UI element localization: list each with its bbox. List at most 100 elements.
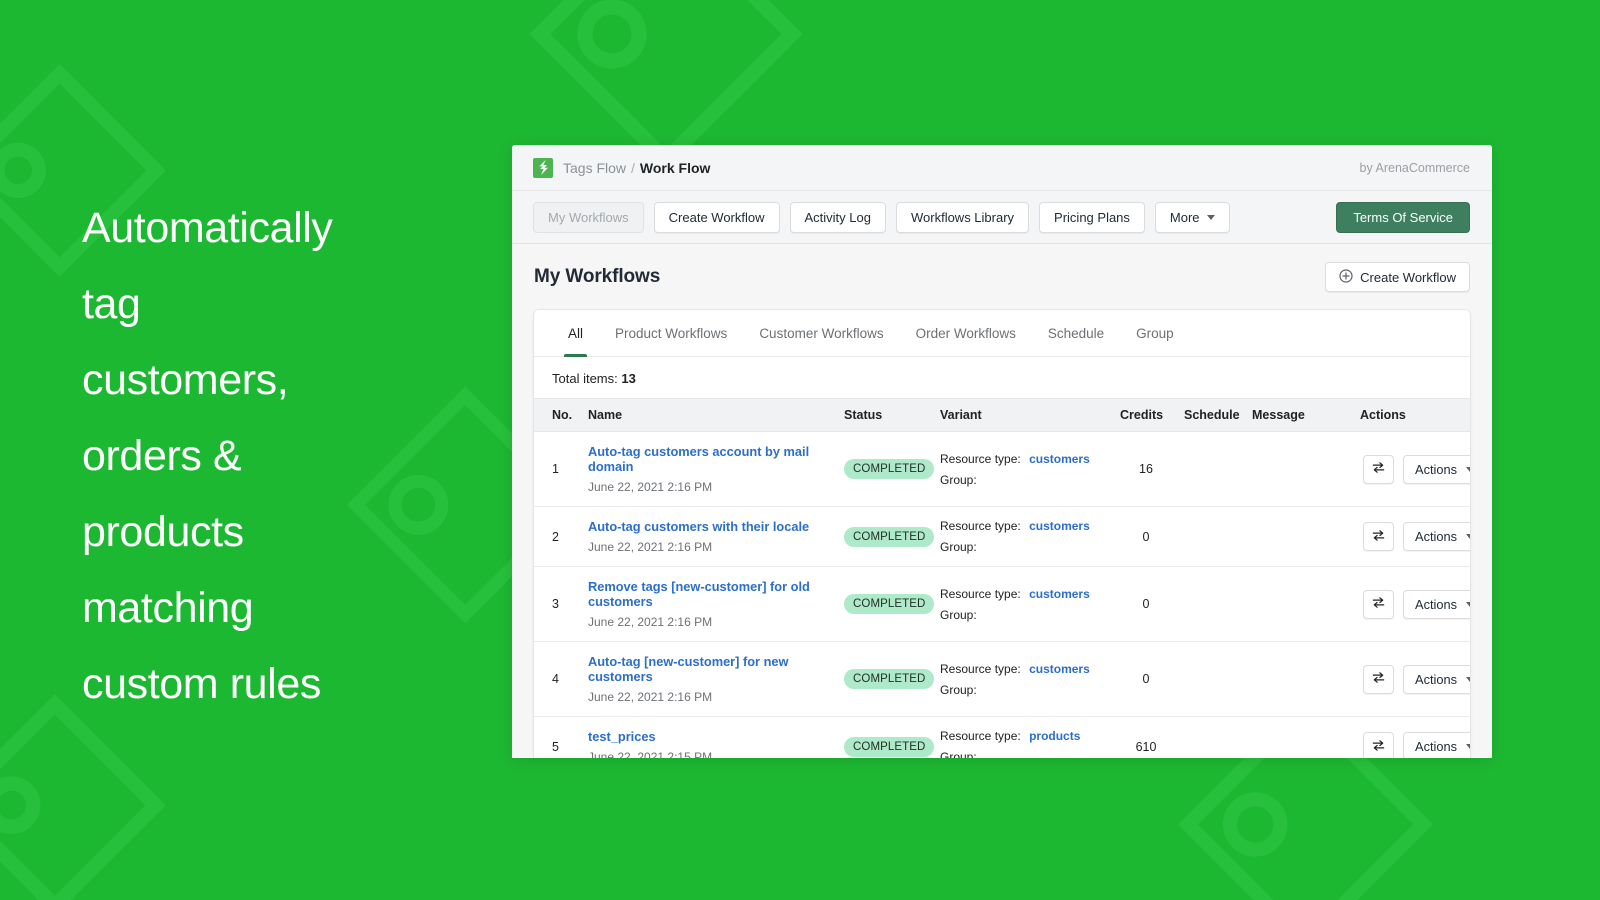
terms-of-service-button[interactable]: Terms Of Service: [1336, 202, 1470, 233]
promo-line: customers,: [82, 342, 482, 418]
table-row: 4 Auto-tag [new-customer] for new custom…: [534, 642, 1470, 717]
status-badge: COMPLETED: [844, 737, 934, 757]
group-line: Group:: [940, 473, 1108, 487]
tab-all[interactable]: All: [552, 310, 599, 357]
promo-line: Automatically: [82, 190, 482, 266]
table-body: 1 Auto-tag customers account by mail dom…: [534, 432, 1470, 759]
promo-headline: Automatically tag customers, orders & pr…: [82, 190, 482, 722]
nav-workflows-library-button[interactable]: Workflows Library: [896, 202, 1029, 233]
row-actions-dropdown[interactable]: Actions: [1403, 732, 1470, 758]
table-row: 5 test_prices June 22, 2021 2:15 PM COMP…: [534, 717, 1470, 759]
tab-customer-workflows[interactable]: Customer Workflows: [743, 310, 899, 357]
row-message: [1246, 507, 1354, 567]
resource-type-label: Resource type:: [940, 519, 1021, 533]
create-workflow-label: Create Workflow: [1360, 270, 1456, 285]
row-actions-cell: Actions: [1354, 642, 1470, 717]
row-actions-dropdown[interactable]: Actions: [1403, 665, 1470, 694]
resource-type-value[interactable]: products: [1029, 729, 1080, 743]
breadcrumb-root[interactable]: Tags Flow: [563, 160, 626, 176]
group-label: Group:: [940, 750, 977, 758]
chevron-down-icon: [1466, 677, 1470, 682]
page-title: My Workflows: [534, 266, 660, 288]
swap-arrows-icon-button[interactable]: [1363, 522, 1394, 551]
group-line: Group:: [940, 540, 1108, 554]
workflow-name-link[interactable]: test_prices: [588, 729, 832, 744]
column-header-credits: Credits: [1114, 399, 1178, 432]
chevron-down-icon: [1207, 215, 1215, 220]
resource-type-line: Resource type: customers: [940, 587, 1108, 601]
workflow-name-link[interactable]: Auto-tag customers with their locale: [588, 519, 832, 534]
group-line: Group:: [940, 750, 1108, 758]
table-header-row: No. Name Status Variant Credits Schedule…: [534, 399, 1470, 432]
resource-type-value[interactable]: customers: [1029, 519, 1090, 533]
resource-type-value[interactable]: customers: [1029, 662, 1090, 676]
tab-group[interactable]: Group: [1120, 310, 1190, 357]
row-schedule: [1178, 507, 1246, 567]
workflow-name-link[interactable]: Auto-tag [new-customer] for new customer…: [588, 654, 832, 684]
workflow-name-link[interactable]: Remove tags [new-customer] for old custo…: [588, 579, 832, 609]
row-actions-label: Actions: [1415, 462, 1457, 477]
chevron-down-icon: [1466, 602, 1470, 607]
nav-my-workflows-button[interactable]: My Workflows: [533, 202, 644, 233]
swap-arrows-icon-button[interactable]: [1363, 665, 1394, 694]
tab-label: Order Workflows: [916, 326, 1016, 341]
row-number: 5: [534, 717, 582, 759]
row-actions-label: Actions: [1415, 529, 1457, 544]
promo-banner: Automatically tag customers, orders & pr…: [0, 0, 1600, 900]
row-schedule: [1178, 432, 1246, 507]
swap-arrows-icon: [1371, 670, 1386, 688]
group-label: Group:: [940, 683, 977, 697]
swap-arrows-icon: [1371, 528, 1386, 546]
promo-line: custom rules: [82, 646, 482, 722]
group-label: Group:: [940, 540, 977, 554]
tab-product-workflows[interactable]: Product Workflows: [599, 310, 743, 357]
tab-label: Customer Workflows: [759, 326, 883, 341]
nav-pricing-plans-button[interactable]: Pricing Plans: [1039, 202, 1145, 233]
row-actions-dropdown[interactable]: Actions: [1403, 590, 1470, 619]
row-status-cell: COMPLETED: [838, 567, 934, 642]
workflow-date: June 22, 2021 2:16 PM: [588, 480, 712, 494]
resource-type-line: Resource type: products: [940, 729, 1108, 743]
total-items: Total items: 13: [534, 357, 1470, 398]
app-window: Tags Flow / Work Flow by ArenaCommerce M…: [512, 145, 1492, 758]
swap-arrows-icon-button[interactable]: [1363, 455, 1394, 484]
promo-line: tag: [82, 266, 482, 342]
row-credits: 0: [1114, 567, 1178, 642]
resource-type-line: Resource type: customers: [940, 662, 1108, 676]
nav-more-button[interactable]: More: [1155, 202, 1230, 233]
resource-type-value[interactable]: customers: [1029, 587, 1090, 601]
column-header-status: Status: [838, 399, 934, 432]
page-body: My Workflows Create Workflow All: [512, 244, 1492, 758]
row-number: 3: [534, 567, 582, 642]
promo-line: products: [82, 494, 482, 570]
swap-arrows-icon-button[interactable]: [1363, 590, 1394, 619]
promo-line: orders &: [82, 418, 482, 494]
swap-arrows-icon: [1371, 738, 1386, 756]
row-actions-dropdown[interactable]: Actions: [1403, 522, 1470, 551]
row-schedule: [1178, 642, 1246, 717]
swap-arrows-icon: [1371, 595, 1386, 613]
row-number: 4: [534, 642, 582, 717]
row-message: [1246, 567, 1354, 642]
create-workflow-button[interactable]: Create Workflow: [1325, 262, 1470, 292]
nav-button-label: More: [1170, 210, 1200, 225]
resource-type-label: Resource type:: [940, 729, 1021, 743]
row-actions-dropdown[interactable]: Actions: [1403, 455, 1470, 484]
resource-type-value[interactable]: customers: [1029, 452, 1090, 466]
workflow-tabs: All Product Workflows Customer Workflows…: [534, 310, 1470, 357]
status-badge: COMPLETED: [844, 459, 934, 479]
resource-type-label: Resource type:: [940, 452, 1021, 466]
row-variant-cell: Resource type: products Group:: [934, 717, 1114, 759]
nav-activity-log-button[interactable]: Activity Log: [790, 202, 886, 233]
column-header-schedule: Schedule: [1178, 399, 1246, 432]
row-status-cell: COMPLETED: [838, 432, 934, 507]
swap-arrows-icon-button[interactable]: [1363, 732, 1394, 758]
workflow-name-link[interactable]: Auto-tag customers account by mail domai…: [588, 444, 832, 474]
row-variant-cell: Resource type: customers Group:: [934, 507, 1114, 567]
breadcrumb-separator: /: [631, 160, 635, 176]
tab-order-workflows[interactable]: Order Workflows: [900, 310, 1032, 357]
row-actions-group: Actions: [1360, 590, 1470, 619]
nav-create-workflow-button[interactable]: Create Workflow: [654, 202, 780, 233]
row-name-cell: Remove tags [new-customer] for old custo…: [582, 567, 838, 642]
tab-schedule[interactable]: Schedule: [1032, 310, 1120, 357]
